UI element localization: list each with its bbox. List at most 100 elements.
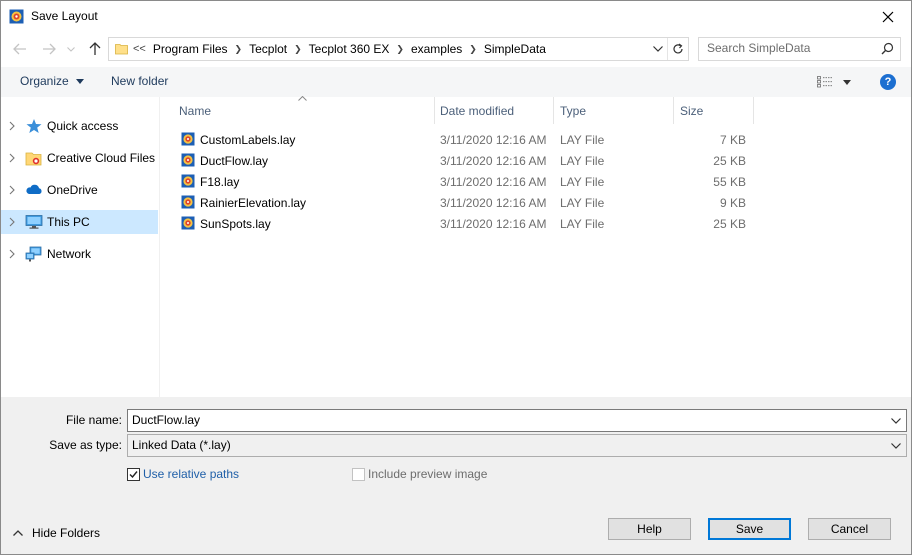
sidebar-item-label: Creative Cloud Files: [47, 151, 156, 165]
arrow-up-icon: [89, 42, 101, 55]
up-button[interactable]: [87, 41, 103, 57]
file-date: 3/11/2020 12:16 AM: [440, 133, 547, 147]
close-button[interactable]: [865, 1, 911, 32]
refresh-icon: [673, 43, 683, 54]
breadcrumb-simpledata[interactable]: SimpleData: [480, 42, 550, 56]
save-as-type-select[interactable]: Linked Data (*.lay): [127, 434, 907, 457]
file-type: LAY File: [560, 217, 605, 231]
breadcrumb-overflow[interactable]: <<: [131, 43, 149, 55]
chevron-down-icon: [891, 442, 901, 449]
command-toolbar: Organize New folder ?: [1, 67, 911, 97]
column-divider[interactable]: [753, 97, 754, 124]
new-folder-button[interactable]: New folder: [111, 74, 168, 88]
breadcrumb: << Program Files ❯ Tecplot ❯ Tecplot 360…: [131, 38, 550, 60]
address-bar[interactable]: << Program Files ❯ Tecplot ❯ Tecplot 360…: [108, 37, 689, 61]
network-icon: [25, 246, 42, 262]
file-list: Name Date modified Type Size CustomLabel…: [160, 96, 911, 397]
tecplot-app-icon: [9, 9, 24, 24]
details-view-icon: [817, 76, 832, 88]
file-name: SunSpots.lay: [200, 217, 271, 231]
column-header-size[interactable]: Size: [680, 97, 752, 124]
sidebar-item-network[interactable]: Network: [1, 242, 158, 266]
file-size: 25 KB: [713, 154, 746, 168]
column-header-date-modified[interactable]: Date modified: [440, 97, 552, 124]
title-bar: Save Layout: [1, 1, 911, 32]
chevron-right-icon: ❯: [234, 43, 243, 54]
lay-file-icon: [181, 153, 195, 167]
file-name-field[interactable]: DuctFlow.lay: [127, 409, 907, 432]
table-row[interactable]: CustomLabels.lay 3/11/2020 12:16 AM LAY …: [178, 129, 758, 150]
back-button[interactable]: [12, 41, 28, 57]
caret-down-icon: [76, 79, 85, 85]
table-row[interactable]: DuctFlow.lay 3/11/2020 12:16 AM LAY File…: [178, 150, 758, 171]
relative-paths-label[interactable]: Use relative paths: [143, 467, 239, 481]
lay-file-icon: [181, 216, 195, 230]
table-row[interactable]: F18.lay 3/11/2020 12:16 AM LAY File 55 K…: [178, 171, 758, 192]
save-as-type-dropdown-button[interactable]: [888, 435, 904, 456]
breadcrumb-tecplot-360-ex[interactable]: Tecplot 360 EX: [305, 42, 394, 56]
hide-folders-button[interactable]: Hide Folders: [13, 526, 100, 540]
cancel-button[interactable]: Cancel: [808, 518, 891, 540]
forward-button[interactable]: [41, 41, 57, 57]
creative-cloud-folder-icon: [25, 152, 42, 166]
lay-file-icon: [181, 174, 195, 188]
chevron-right-icon: [9, 121, 15, 131]
sidebar-item-creative-cloud-files[interactable]: Creative Cloud Files: [1, 146, 158, 170]
column-divider[interactable]: [553, 97, 554, 124]
chevron-right-icon: [9, 153, 15, 163]
breadcrumb-tecplot[interactable]: Tecplot: [245, 42, 291, 56]
file-name-label: File name:: [65, 413, 122, 427]
file-name-dropdown-button[interactable]: [888, 410, 904, 431]
file-name-value[interactable]: DuctFlow.lay: [132, 413, 200, 427]
navigation-pane: Quick access Creative Cloud Files OneDri…: [1, 97, 159, 397]
column-divider[interactable]: [673, 97, 674, 124]
column-divider[interactable]: [434, 97, 435, 124]
file-type: LAY File: [560, 154, 605, 168]
preview-image-label: Include preview image: [368, 467, 488, 481]
change-view-button[interactable]: [815, 74, 855, 90]
chevron-right-icon: ❯: [469, 43, 477, 54]
save-options-panel: File name: DuctFlow.lay Save as type: Li…: [1, 397, 911, 554]
hide-folders-label: Hide Folders: [32, 526, 101, 540]
sidebar-item-label: Quick access: [47, 119, 119, 133]
caret-down-icon: [843, 80, 851, 85]
file-date: 3/11/2020 12:16 AM: [440, 154, 547, 168]
search-input[interactable]: [699, 38, 877, 58]
window-title: Save Layout: [31, 9, 98, 23]
arrow-left-icon: [13, 43, 26, 55]
help-icon[interactable]: ?: [880, 74, 896, 90]
star-icon: [26, 119, 42, 133]
sidebar-item-onedrive[interactable]: OneDrive: [1, 178, 158, 202]
sidebar-item-this-pc[interactable]: This PC: [1, 210, 158, 234]
file-size: 55 KB: [713, 175, 746, 189]
close-icon: [882, 11, 894, 22]
search-icon[interactable]: [881, 42, 894, 55]
folder-icon: [115, 44, 128, 55]
file-size: 7 KB: [719, 133, 746, 147]
column-header-name[interactable]: Name: [179, 97, 434, 124]
lay-file-icon: [181, 132, 195, 146]
table-row[interactable]: SunSpots.lay 3/11/2020 12:16 AM LAY File…: [178, 213, 758, 234]
sidebar-item-label: OneDrive: [47, 183, 98, 197]
breadcrumb-examples[interactable]: examples: [407, 42, 466, 56]
column-header-type[interactable]: Type: [560, 97, 672, 124]
file-date: 3/11/2020 12:16 AM: [440, 196, 547, 210]
arrow-right-icon: [43, 43, 56, 55]
save-layout-dialog: Save Layout << Program Files ❯ Tecplot ❯…: [0, 0, 912, 555]
help-button[interactable]: Help: [608, 518, 691, 540]
recent-locations-button[interactable]: [65, 41, 77, 57]
file-type: LAY File: [560, 196, 605, 210]
chevron-down-icon: [67, 46, 75, 52]
organize-button[interactable]: Organize: [20, 74, 85, 88]
table-row[interactable]: RainierElevation.lay 3/11/2020 12:16 AM …: [178, 192, 758, 213]
address-dropdown-button[interactable]: [649, 38, 667, 60]
file-name: RainierElevation.lay: [200, 196, 307, 210]
breadcrumb-program-files[interactable]: Program Files: [149, 42, 232, 56]
file-name: DuctFlow.lay: [200, 154, 269, 168]
save-button[interactable]: Save: [708, 518, 791, 540]
checkmark-icon: [129, 471, 138, 479]
refresh-button[interactable]: [667, 38, 688, 60]
relative-paths-checkbox[interactable]: [127, 468, 140, 481]
search-box[interactable]: [698, 37, 901, 61]
sidebar-item-quick-access[interactable]: Quick access: [1, 114, 158, 138]
